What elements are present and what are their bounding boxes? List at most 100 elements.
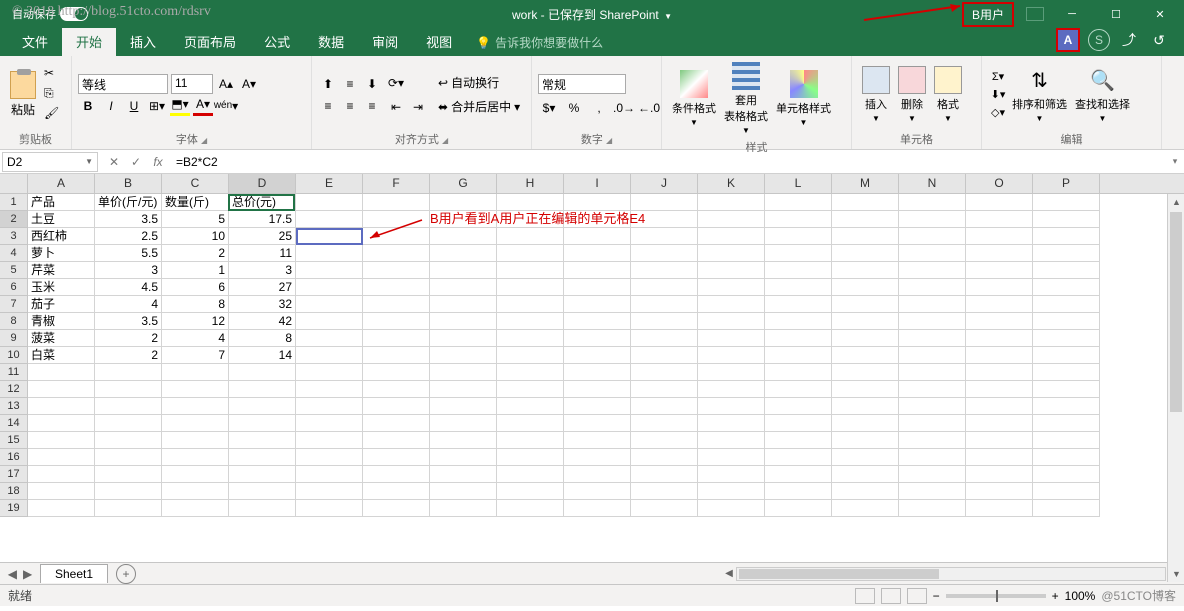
increase-font-icon[interactable]: A▴ (216, 74, 236, 94)
cell[interactable] (1033, 381, 1100, 398)
cell[interactable] (162, 381, 229, 398)
cell[interactable] (564, 483, 631, 500)
cell[interactable] (765, 245, 832, 262)
phonetic-icon[interactable]: wén▾ (216, 96, 236, 116)
accounting-format-icon[interactable]: $▾ (538, 98, 560, 118)
cell[interactable] (698, 194, 765, 211)
cell[interactable]: 3 (95, 262, 162, 279)
font-dialog-launcher-icon[interactable]: ◢ (201, 136, 207, 145)
cell[interactable] (966, 483, 1033, 500)
cell[interactable] (363, 398, 430, 415)
maximize-icon[interactable]: ☐ (1100, 0, 1132, 28)
cell[interactable]: 茄子 (28, 296, 95, 313)
cell[interactable] (1033, 296, 1100, 313)
column-header[interactable]: G (430, 174, 497, 193)
cell[interactable] (765, 415, 832, 432)
cell[interactable] (28, 466, 95, 483)
cell[interactable] (28, 381, 95, 398)
expand-formula-bar-icon[interactable]: ▾ (1166, 156, 1184, 167)
sheet-prev-icon[interactable]: ◀ (8, 567, 17, 581)
cell[interactable] (966, 364, 1033, 381)
cell[interactable]: 4.5 (95, 279, 162, 296)
cell[interactable] (430, 347, 497, 364)
cell[interactable] (698, 466, 765, 483)
cell[interactable] (497, 500, 564, 517)
zoom-slider[interactable] (946, 594, 1046, 598)
cell[interactable] (564, 279, 631, 296)
cell[interactable] (363, 364, 430, 381)
cell[interactable] (564, 313, 631, 330)
row-header[interactable]: 2 (0, 211, 28, 228)
cell[interactable] (95, 398, 162, 415)
history-icon[interactable]: ↺ (1148, 32, 1170, 49)
cell[interactable] (1033, 211, 1100, 228)
cell[interactable] (899, 364, 966, 381)
cell[interactable] (430, 500, 497, 517)
cell[interactable] (966, 330, 1033, 347)
align-middle-icon[interactable]: ≡ (340, 74, 360, 94)
number-format-combo[interactable]: 常规 (538, 74, 626, 94)
enter-formula-icon[interactable]: ✓ (128, 155, 144, 169)
cell[interactable] (430, 466, 497, 483)
cell[interactable] (296, 245, 363, 262)
cell[interactable] (698, 279, 765, 296)
cell[interactable] (497, 364, 564, 381)
cell[interactable] (966, 432, 1033, 449)
cell[interactable] (1033, 415, 1100, 432)
cell[interactable] (832, 262, 899, 279)
cell[interactable]: 土豆 (28, 211, 95, 228)
cell[interactable] (363, 313, 430, 330)
cell[interactable] (832, 330, 899, 347)
cell[interactable] (497, 296, 564, 313)
cell[interactable] (497, 330, 564, 347)
cell[interactable]: 7 (162, 347, 229, 364)
cell[interactable] (966, 211, 1033, 228)
cell[interactable] (631, 228, 698, 245)
column-header[interactable]: F (363, 174, 430, 193)
cell[interactable] (363, 211, 430, 228)
cell[interactable] (430, 432, 497, 449)
cell[interactable] (95, 364, 162, 381)
cell[interactable] (832, 228, 899, 245)
cell[interactable] (966, 279, 1033, 296)
cell[interactable] (631, 381, 698, 398)
cell[interactable] (631, 500, 698, 517)
cell[interactable] (564, 398, 631, 415)
cell[interactable]: 单价(斤/元) (95, 194, 162, 211)
cell[interactable] (765, 347, 832, 364)
cell[interactable] (966, 398, 1033, 415)
align-top-icon[interactable]: ⬆ (318, 74, 338, 94)
cell[interactable]: 1 (162, 262, 229, 279)
cell[interactable] (229, 432, 296, 449)
cell[interactable] (899, 313, 966, 330)
cell[interactable] (631, 262, 698, 279)
cell[interactable] (497, 432, 564, 449)
cell[interactable] (296, 364, 363, 381)
orientation-icon[interactable]: ⟳▾ (386, 73, 406, 93)
column-header[interactable]: C (162, 174, 229, 193)
cell[interactable] (363, 262, 430, 279)
fill-icon[interactable]: ⬇▾ (988, 87, 1008, 103)
cell[interactable] (899, 398, 966, 415)
wrap-text-button[interactable]: ↩自动换行 (434, 73, 524, 93)
cell[interactable] (631, 415, 698, 432)
cell[interactable] (497, 347, 564, 364)
cell[interactable]: 总价(元) (229, 194, 296, 211)
cell[interactable] (95, 381, 162, 398)
cell[interactable] (765, 432, 832, 449)
cell[interactable] (430, 330, 497, 347)
cell[interactable] (899, 415, 966, 432)
paste-button[interactable]: 粘贴 (6, 69, 40, 120)
cell[interactable] (765, 398, 832, 415)
tab-page-layout[interactable]: 页面布局 (170, 27, 250, 56)
copy-icon[interactable]: ⎘ (44, 86, 62, 104)
cell[interactable]: 3 (229, 262, 296, 279)
cell[interactable] (296, 296, 363, 313)
cell[interactable] (631, 364, 698, 381)
cell[interactable] (162, 398, 229, 415)
scroll-thumb[interactable] (1170, 212, 1182, 412)
font-color-icon[interactable]: A▾ (193, 96, 213, 116)
cell[interactable] (899, 228, 966, 245)
cell[interactable] (497, 194, 564, 211)
delete-cells-button[interactable]: 删除▼ (894, 64, 930, 125)
